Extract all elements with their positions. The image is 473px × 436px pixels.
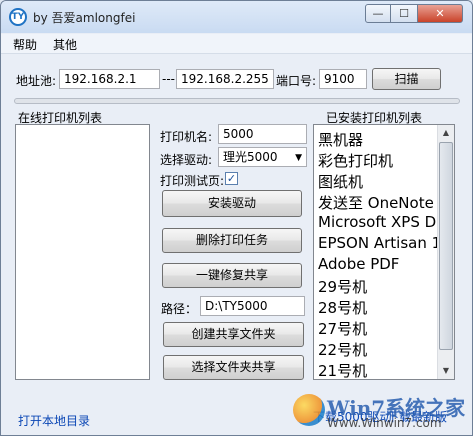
list-item[interactable]: Microsoft XPS Dc [318,213,444,231]
driver-select[interactable]: 理光5000 ▼ [218,147,307,167]
watermark-subtext: Www.Winwin7.com [327,416,442,430]
end-ip-input[interactable] [176,69,274,89]
address-pool-label: 地址池: [16,74,57,88]
scroll-up-icon[interactable]: ▲ [438,125,454,141]
list-item[interactable]: 图纸机 [318,171,363,192]
printer-name-input[interactable] [218,124,307,144]
delete-print-jobs-button[interactable]: 删除打印任务 [162,228,302,253]
repair-share-button[interactable]: 一键修复共享 [162,263,302,288]
maximize-button[interactable]: ☐ [391,4,417,23]
port-input[interactable] [319,69,367,89]
minimize-button[interactable]: — [365,4,391,23]
driver-select-value: 理光5000 [223,150,278,164]
window-title: by 吾爱amlongfei [33,11,136,25]
section-divider [14,98,460,104]
close-button[interactable]: ✕ [417,4,463,23]
installed-list-scrollbar[interactable]: ▲ ▼ [437,125,454,379]
menu-other[interactable]: 其他 [53,36,77,53]
path-input[interactable] [200,296,305,316]
watermark-logo-icon [293,394,325,426]
path-label: 路径： [161,302,198,316]
scroll-thumb[interactable] [439,142,453,350]
list-item[interactable]: 发送至 OneNote [318,192,434,213]
test-page-checkbox[interactable]: ✓ [225,172,238,185]
list-item[interactable]: 28号机 [318,297,367,318]
scan-button[interactable]: 扫描 [372,68,441,90]
list-item[interactable]: 29号机 [318,276,367,297]
port-label: 端口号: [276,74,317,88]
menu-help[interactable]: 帮助 [13,36,37,53]
online-printers-list[interactable] [15,124,150,380]
list-item[interactable]: 21号机 [318,360,367,379]
list-item[interactable]: EPSON Artisan 1 [318,234,441,252]
list-item[interactable]: 彩色打印机 [318,150,393,171]
app-logo-icon: TY [9,8,27,26]
open-local-dir-link[interactable]: 打开本地目录 [18,412,90,429]
list-item[interactable]: 22号机 [318,339,367,360]
create-share-folder-button[interactable]: 创建共享文件夹 [163,322,304,347]
dropdown-arrow-icon: ▼ [295,153,302,163]
installed-printers-list[interactable]: 黑机器 彩色打印机 图纸机 发送至 OneNote Microsoft XPS … [313,124,455,380]
ip-range-separator: --- [162,72,175,86]
start-ip-input[interactable] [59,69,160,89]
choose-share-folder-button[interactable]: 选择文件夹共享 [163,355,304,380]
driver-label: 选择驱动: [160,153,213,167]
scroll-down-icon[interactable]: ▼ [438,363,454,379]
title-bar: TY by 吾爱amlongfei — ☐ ✕ [1,1,472,33]
printer-name-label: 打印机名: [160,130,213,144]
watermark: Win7系统之家 Www.Winwin7.com [291,392,471,435]
menu-bar: 帮助 其他 [1,34,472,54]
list-item[interactable]: 27号机 [318,318,367,339]
test-page-label: 打印测试页: [160,174,225,188]
list-item[interactable]: Adobe PDF [318,255,399,273]
install-driver-button[interactable]: 安装驱动 [162,190,302,217]
app-window: TY by 吾爱amlongfei — ☐ ✕ 帮助 其他 地址池: --- 端… [0,0,473,436]
list-item[interactable]: 黑机器 [318,129,363,150]
